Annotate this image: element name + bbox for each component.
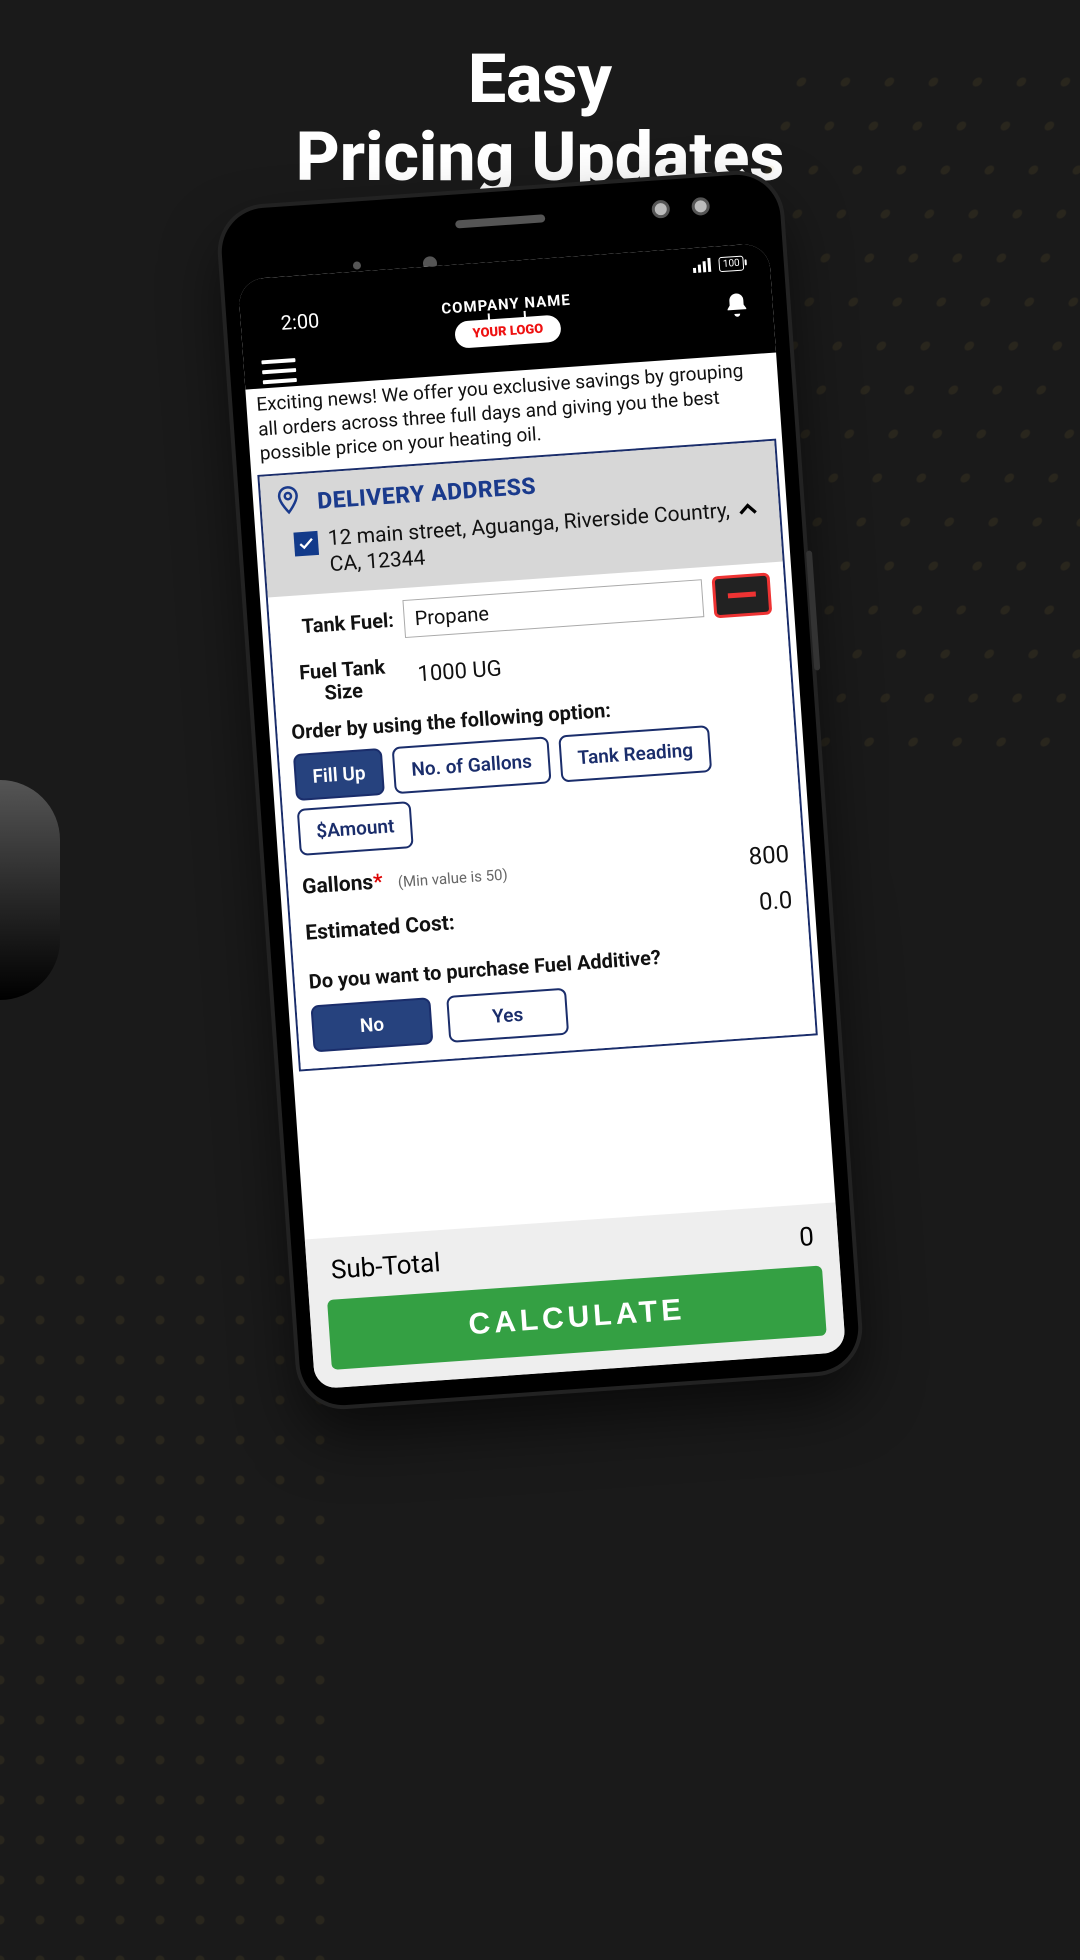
chevron-up-icon <box>734 496 762 524</box>
menu-button[interactable] <box>261 352 297 390</box>
option-tank-reading[interactable]: Tank Reading <box>558 725 712 782</box>
additive-no-button[interactable]: No <box>310 997 433 1052</box>
sensor-dot-icon <box>353 261 362 270</box>
card-body: Tank Fuel: Propane Fuel Tank Size 1000 U… <box>268 561 816 1069</box>
order-card: DELIVERY ADDRESS 12 main street, Aguanga… <box>257 439 817 1071</box>
camera-lens-icon <box>691 197 710 216</box>
bell-icon <box>722 290 752 320</box>
collapse-toggle[interactable] <box>734 496 762 529</box>
screen-footer: Sub-Total 0 CALCULATE <box>305 1202 846 1389</box>
subtotal-label: Sub-Total <box>330 1248 441 1286</box>
option-amount[interactable]: $Amount <box>297 801 414 856</box>
tank-fuel-select[interactable]: Propane <box>402 579 704 638</box>
signal-icon <box>692 258 711 273</box>
camera-lens-icon <box>651 200 670 219</box>
additive-yes-button[interactable]: Yes <box>446 987 569 1042</box>
battery-icon: 100 <box>718 255 744 272</box>
speaker-grille <box>455 214 545 228</box>
estimated-cost-value: 0.0 <box>758 885 793 915</box>
subtotal-value: 0 <box>798 1222 815 1253</box>
address-checkbox[interactable] <box>293 531 319 557</box>
phone-frame: 100 2:00 COMPANY NAME YOUR LOGO Exciting… <box>219 172 861 1408</box>
promo-line-1: Easy <box>0 40 1080 118</box>
check-icon <box>297 534 316 553</box>
phone-mockup: 100 2:00 COMPANY NAME YOUR LOGO Exciting… <box>219 172 861 1408</box>
promo-title: Easy Pricing Updates <box>0 0 1080 196</box>
option-gallons[interactable]: No. of Gallons <box>392 736 552 794</box>
tank-size-value: 1000 UG <box>417 656 503 687</box>
logo-placeholder: YOUR LOGO <box>453 313 564 350</box>
screen-content: Exciting news! We offer you exclusive sa… <box>245 352 823 1071</box>
notifications-button[interactable] <box>722 290 752 325</box>
promo-line-2: Pricing Updates <box>0 118 1080 196</box>
tank-fuel-label: Tank Fuel: <box>283 607 394 639</box>
gallons-hint: (Min value is 50) <box>397 865 508 891</box>
minus-icon <box>728 592 756 599</box>
gallons-value[interactable]: 800 <box>748 839 790 870</box>
phone-screen: 100 2:00 COMPANY NAME YOUR LOGO Exciting… <box>238 243 846 1389</box>
background-orb <box>0 780 60 1000</box>
gallons-label: Gallons <box>301 870 374 899</box>
remove-tank-button[interactable] <box>711 572 772 618</box>
location-pin-icon <box>272 484 304 522</box>
tank-size-label: Fuel Tank Size <box>286 654 399 706</box>
option-fill-up[interactable]: Fill Up <box>293 747 385 800</box>
battery-percent: 100 <box>722 257 740 269</box>
estimated-cost-label: Estimated Cost: <box>305 911 456 945</box>
hamburger-icon <box>261 358 295 364</box>
